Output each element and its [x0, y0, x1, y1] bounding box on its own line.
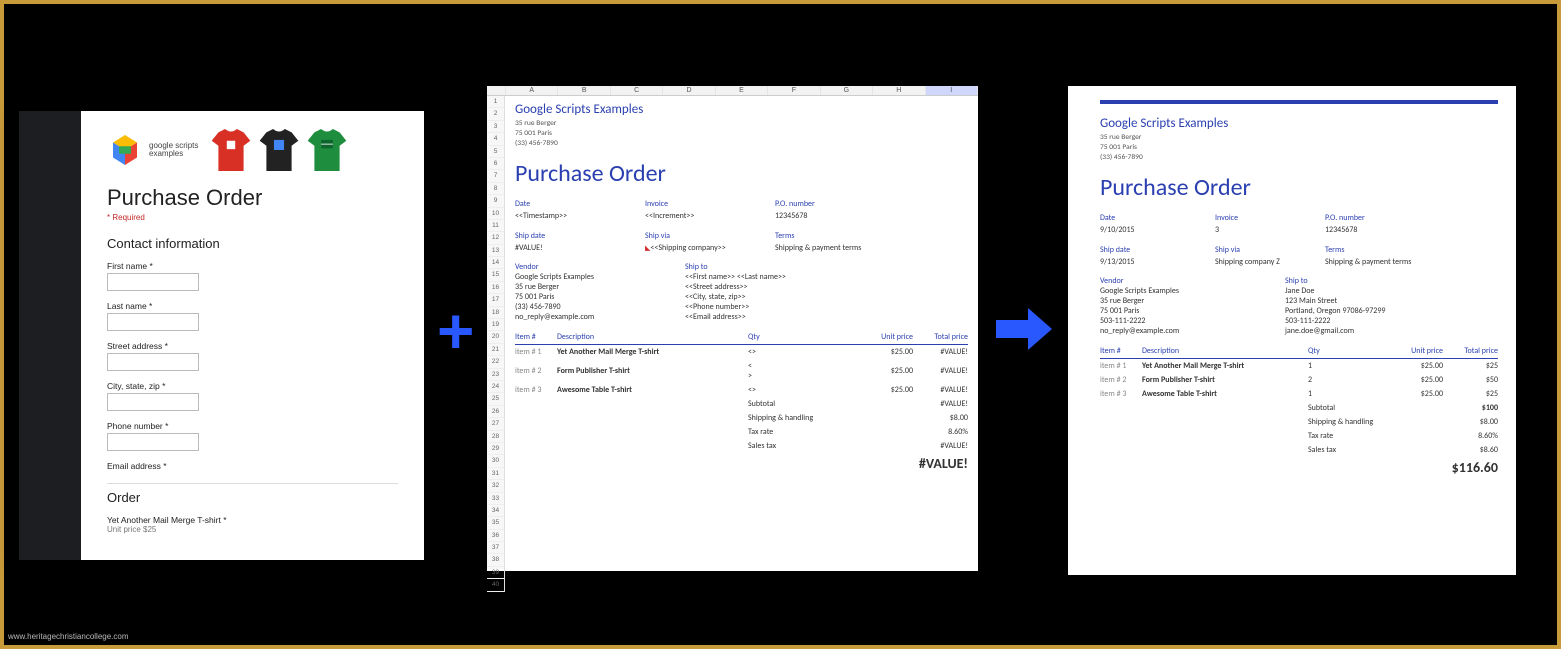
header-bar	[1100, 100, 1498, 104]
tshirt-row	[210, 127, 348, 173]
info-grid-2: Ship dateShip viaTerms 9/13/2015Shipping…	[1100, 244, 1498, 268]
order-heading: Order	[107, 490, 398, 505]
company-name: Google Scripts Examples	[515, 102, 968, 117]
po-title: Purchase Order	[515, 159, 968, 188]
vendor-ship-grid: VendorShip to Google Scripts Examples<<F…	[515, 262, 968, 322]
table-row: item # 2Form Publisher T-shirt2$25.00$50	[1100, 373, 1498, 387]
first-name-input[interactable]	[107, 273, 199, 291]
table-row: item # 3Awesome Table T-shirt<>$25.00#VA…	[515, 383, 968, 397]
tshirt-red-icon	[210, 127, 252, 173]
city-label: City, state, zip *	[107, 381, 398, 391]
form-body: google scripts examples Purchase Order *…	[81, 111, 424, 560]
logo-text-bot: examples	[149, 150, 198, 158]
info-grid-1: DateInvoiceP.O. number <<Timestamp>><<In…	[515, 198, 968, 222]
plus-icon: +	[437, 299, 474, 363]
city-input[interactable]	[107, 393, 199, 411]
divider	[107, 483, 398, 484]
watermark: www.heritagechristiancollege.com	[8, 632, 129, 641]
table-row: item # 1Yet Another Mail Merge T-shirt<>…	[515, 345, 968, 360]
tshirt-green-icon	[306, 127, 348, 173]
items-table: Item # Description Qty Unit price Total …	[515, 330, 968, 474]
out-body: Google Scripts Examples 35 rue Berger75 …	[1100, 116, 1498, 478]
contact-heading: Contact information	[107, 236, 398, 251]
company-name: Google Scripts Examples	[1100, 116, 1498, 131]
table-row: item # 1Yet Another Mail Merge T-shirt1$…	[1100, 359, 1498, 374]
last-name-input[interactable]	[107, 313, 199, 331]
column-headers: ABCDEFGHI	[487, 86, 978, 96]
form-dark-sidebar	[19, 111, 81, 560]
vendor-ship-grid: VendorShip to Google Scripts ExamplesJan…	[1100, 276, 1498, 336]
arrow-icon	[994, 306, 1054, 352]
stage: google scripts examples Purchase Order *…	[0, 0, 1561, 649]
table-row: item # 2Form Publisher T-shirt<>$25.00#V…	[515, 359, 968, 383]
phone-label: Phone number *	[107, 421, 398, 431]
email-label: Email address *	[107, 461, 398, 471]
logo-text: google scripts examples	[149, 142, 198, 159]
google-scripts-logo-icon	[107, 132, 143, 168]
company-address: 35 rue Berger75 001 Paris(33) 456-7890	[1100, 133, 1498, 163]
po-title: Purchase Order	[1100, 173, 1498, 202]
sheet-body: Google Scripts Examples 35 rue Berger75 …	[505, 96, 978, 569]
info-grid-2: Ship dateShip viaTerms #VALUE!◣<<Shippin…	[515, 230, 968, 254]
row-numbers: 1234567891011121314151617181920212223242…	[487, 96, 505, 569]
items-table: Item # Description Qty Unit price Total …	[1100, 344, 1498, 478]
first-name-label: First name *	[107, 261, 398, 271]
output-doc-panel: Google Scripts Examples 35 rue Berger75 …	[1068, 86, 1516, 575]
street-label: Street address *	[107, 341, 398, 351]
tshirt-black-icon	[258, 127, 300, 173]
last-name-label: Last name *	[107, 301, 398, 311]
phone-input[interactable]	[107, 433, 199, 451]
google-form-panel: google scripts examples Purchase Order *…	[19, 111, 424, 560]
info-grid-1: DateInvoiceP.O. number 9/10/201531234567…	[1100, 212, 1498, 236]
order-item-label: Yet Another Mail Merge T-shirt *	[107, 515, 398, 525]
form-title: Purchase Order	[107, 185, 398, 211]
order-item-price: Unit price $25	[107, 525, 398, 534]
table-row: item # 3Awesome Table T-shirt1$25.00$25	[1100, 387, 1498, 401]
logo-row: google scripts examples	[107, 127, 398, 173]
spreadsheet-panel: ABCDEFGHI 123456789101112131415161718192…	[487, 86, 978, 571]
street-input[interactable]	[107, 353, 199, 371]
required-note: * Required	[107, 213, 398, 222]
company-address: 35 rue Berger75 001 Paris(33) 456-7890	[515, 119, 968, 149]
